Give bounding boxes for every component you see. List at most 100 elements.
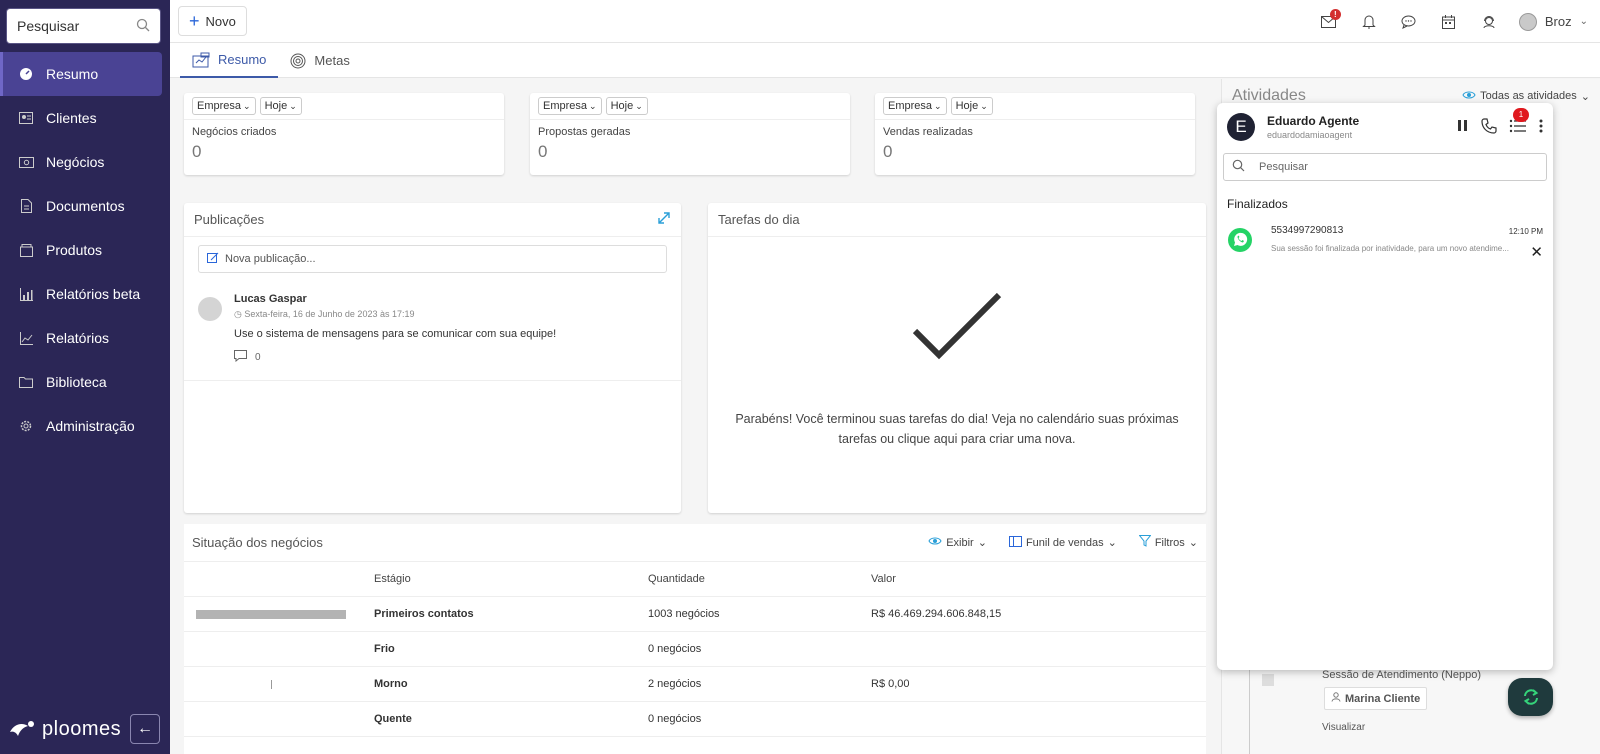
session-text: Sessão de Atendimento (Neppo)	[1322, 669, 1481, 681]
bar-cell	[184, 645, 374, 654]
resumo-tab-icon	[192, 52, 210, 68]
mail-button[interactable]: !	[1309, 8, 1349, 28]
tab-resumo[interactable]: Resumo	[180, 43, 279, 78]
sidebar-item-relatorios[interactable]: Relatórios	[0, 316, 170, 360]
sidebar-item-administracao[interactable]: Administração	[0, 404, 170, 448]
period-filter[interactable]: Hoje ⌄	[605, 97, 648, 115]
company-filter[interactable]: Empresa ⌄	[192, 97, 256, 115]
company-filter[interactable]: Empresa ⌄	[538, 97, 602, 115]
avatar	[1518, 12, 1537, 31]
tab-label: Resumo	[218, 52, 267, 67]
company-filter-label: Empresa	[888, 100, 933, 112]
value-cell: R$ 46.469.294.606.848,15	[871, 608, 1002, 620]
table-row[interactable]: Quente 0 negócios	[184, 702, 1206, 737]
sidebar-item-negocios[interactable]: Negócios	[0, 140, 170, 184]
stage-cell: Frio	[374, 643, 395, 655]
expand-icon[interactable]	[657, 211, 671, 228]
show-dropdown[interactable]: Exibir ⌄	[928, 536, 987, 549]
kpi-label: Propostas geradas	[530, 119, 850, 138]
box-icon	[18, 242, 34, 258]
sidebar-nav: Resumo Clientes Negócios Documentos Prod…	[0, 52, 170, 448]
target-icon	[290, 53, 306, 69]
chevron-down-icon: ⌄	[1188, 537, 1198, 549]
table-row[interactable]: Morno 2 negócios R$ 0,00	[184, 667, 1206, 702]
sidebar-footer: ploomes ←	[0, 704, 170, 754]
value-cell: R$ 0,00	[871, 678, 910, 690]
plus-icon: +	[189, 11, 200, 31]
sidebar-item-documentos[interactable]: Documentos	[0, 184, 170, 228]
widget-actions: 1	[1457, 107, 1543, 137]
filters-dropdown[interactable]: Filtros ⌄	[1138, 535, 1198, 550]
ploomes-logo-icon	[10, 721, 34, 736]
activity-filter-label: Todas as atividades	[1480, 90, 1577, 102]
tasks-panel: Tarefas do dia Parabéns! Você terminou s…	[708, 203, 1206, 513]
search-icon[interactable]	[136, 18, 150, 35]
more-vertical-icon[interactable]	[1539, 119, 1543, 136]
notifications-button[interactable]	[1349, 14, 1389, 29]
funnel-dropdown[interactable]: Funil de vendas ⌄	[1008, 535, 1117, 550]
conversation-time: 12:10 PM	[1508, 227, 1543, 236]
kpi-label: Vendas realizadas	[875, 119, 1195, 138]
widget-search-input[interactable]: Pesquisar	[1223, 153, 1547, 181]
table-row[interactable]: Primeiros contatos 1003 negócios R$ 46.4…	[184, 597, 1206, 632]
calendar-button[interactable]	[1429, 14, 1469, 29]
quantity-cell: 0 negócios	[648, 713, 702, 725]
client-chip[interactable]: Marina Cliente	[1324, 687, 1428, 710]
bar-chart-icon	[18, 286, 34, 302]
user-name: Broz	[1544, 14, 1572, 29]
post-author[interactable]: Lucas Gaspar	[234, 293, 667, 305]
sidebar-item-resumo[interactable]: Resumo	[0, 52, 162, 96]
quantity-cell: 2 negócios	[648, 678, 702, 690]
table-header: Estágio Quantidade Valor	[184, 562, 1206, 597]
period-filter[interactable]: Hoje ⌄	[950, 97, 993, 115]
post-date: ◷ Sexta-feira, 16 de Junho de 2023 às 17…	[234, 309, 667, 320]
phone-icon[interactable]	[1481, 117, 1497, 137]
tasks-message[interactable]: Parabéns! Você terminou suas tarefas do …	[708, 409, 1206, 449]
new-button[interactable]: + Novo	[178, 6, 247, 36]
new-publication-input[interactable]: Nova publicação...	[198, 245, 667, 273]
sidebar-item-label: Negócios	[46, 154, 105, 170]
sidebar-search-label: Pesquisar	[17, 18, 80, 34]
logo-text: ploomes	[42, 717, 122, 740]
collapse-sidebar-button[interactable]: ←	[130, 714, 160, 744]
conversation-item[interactable]: 5534997290813 Sua sessão foi finalizada …	[1217, 219, 1553, 261]
kpi-card-vendas: Empresa ⌄ Hoje ⌄ Vendas realizadas 0	[875, 93, 1195, 175]
chevron-down-icon: ⌄	[289, 100, 297, 111]
business-actions: Exibir ⌄ Funil de vendas ⌄ Filtros ⌄	[928, 535, 1198, 550]
pause-icon[interactable]	[1457, 119, 1469, 135]
person-icon	[1331, 692, 1341, 705]
user-menu[interactable]: Broz ⌄	[1518, 12, 1588, 31]
sidebar-item-relatorios-beta[interactable]: Relatórios beta	[0, 272, 170, 316]
mail-alert-badge: !	[1329, 8, 1341, 20]
quantity-header[interactable]: Quantidade	[648, 573, 871, 585]
sidebar-item-clientes[interactable]: Clientes	[0, 96, 170, 140]
chevron-down-icon: ⌄	[980, 100, 988, 111]
publications-panel: Publicações Nova publicação... Lucas Gas…	[184, 203, 681, 513]
agent-info: E Eduardo Agente eduardodamiaoagent	[1227, 113, 1359, 141]
panel-title: Tarefas do dia	[718, 212, 800, 227]
company-filter[interactable]: Empresa ⌄	[883, 97, 947, 115]
topbar: + Novo ! Broz ⌄	[170, 0, 1600, 43]
view-link[interactable]: Visualizar	[1322, 722, 1365, 733]
chat-widget-toggle-button[interactable]	[1508, 678, 1553, 716]
support-button[interactable]	[1469, 15, 1509, 29]
tab-metas[interactable]: Metas	[278, 43, 361, 78]
sidebar-item-biblioteca[interactable]: Biblioteca	[0, 360, 170, 404]
sidebar-search[interactable]: Pesquisar	[6, 8, 161, 44]
sidebar-item-label: Relatórios beta	[46, 286, 141, 302]
board-icon	[1008, 535, 1022, 550]
chat-button[interactable]	[1389, 15, 1429, 29]
chevron-down-icon: ⌄	[1107, 537, 1117, 549]
eye-icon	[1462, 90, 1476, 103]
refresh-icon	[1523, 689, 1538, 705]
publication-post: Lucas Gaspar ◷ Sexta-feira, 16 de Junho …	[184, 281, 681, 381]
bell-icon	[1362, 15, 1376, 29]
period-filter[interactable]: Hoje ⌄	[259, 97, 302, 115]
comment-count: 0	[255, 352, 261, 363]
table-row[interactable]: Frio 0 negócios	[184, 632, 1206, 667]
close-icon[interactable]: ✕	[1530, 243, 1543, 261]
post-comments[interactable]: 0	[234, 350, 667, 365]
document-icon	[18, 198, 34, 214]
sidebar-item-produtos[interactable]: Produtos	[0, 228, 170, 272]
activity-filter-dropdown[interactable]: Todas as atividades ⌄	[1462, 90, 1590, 103]
